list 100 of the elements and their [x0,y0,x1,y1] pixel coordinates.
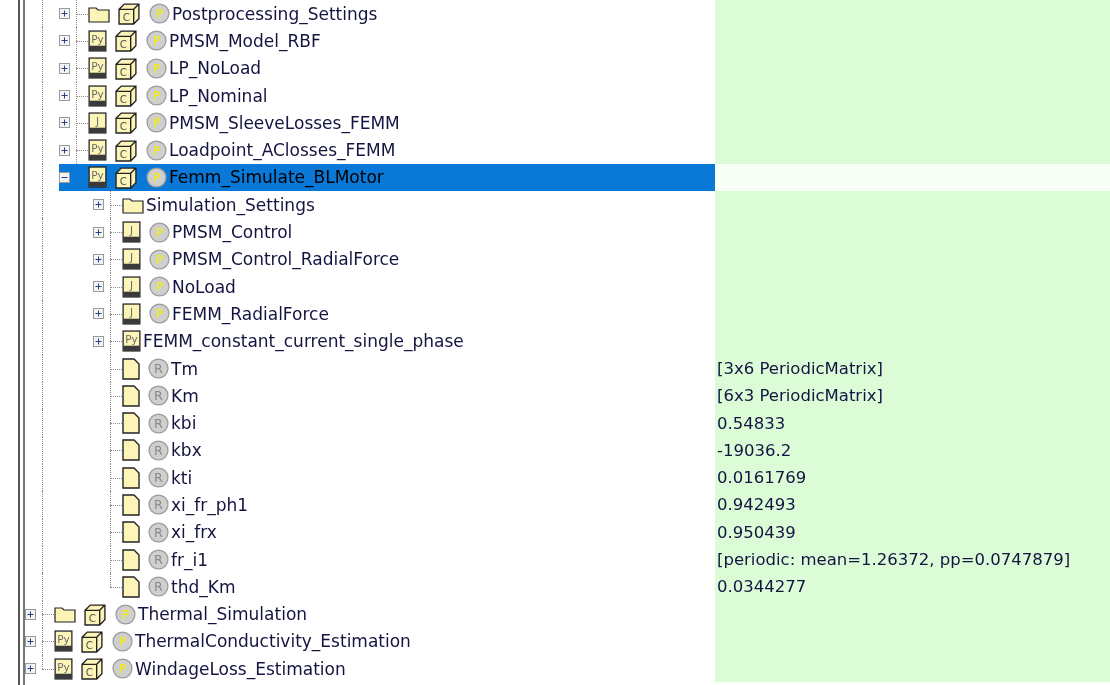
item-label: kti [171,467,193,488]
document-icon [122,548,140,571]
expand-icon[interactable] [25,608,36,620]
document-icon [122,384,140,407]
document-icon [122,412,140,435]
value-cell: 0.950439 [715,518,1110,546]
value-cell: -19036.2 [715,436,1110,465]
script-icon: Py [88,84,107,107]
value-cell: 0.0161769 [715,464,1110,492]
script-icon: Py [88,29,107,52]
script-icon: Py [88,166,107,189]
expand-icon[interactable] [59,62,70,74]
tree-item[interactable]: R xi_fr_ph1 [93,491,715,519]
item-label: Simulation_Settings [146,194,315,215]
badge-icon: R [148,358,169,379]
tree-item[interactable]: R kbi [93,409,715,437]
item-label: xi_frx [171,522,217,543]
script-icon: J [88,111,107,134]
item-label: PMSM_Model_RBF [169,30,321,51]
item-label: thd_Km [171,576,236,597]
item-label: PMSM_Control_RadialForce [172,249,400,270]
badge-icon: P [149,221,170,243]
expand-icon[interactable] [93,226,104,238]
tree-item[interactable]: Py C P ThermalConductivity_Estimation [25,627,715,656]
badge-icon: P [146,139,167,161]
tree-item[interactable]: J C P PMSM_SleeveLosses_FEMM [59,109,715,137]
tree-item[interactable]: Py FEMM_constant_current_single_phase [93,327,715,355]
badge-icon: P [146,30,167,52]
expand-icon[interactable] [59,144,70,156]
item-label: Tm [171,358,198,379]
tree-item[interactable]: R kti [93,464,715,492]
tree-item[interactable]: Simulation_Settings [93,191,715,219]
script-icon: J [122,248,141,271]
expand-icon[interactable] [59,8,70,20]
badge-icon: R [148,549,169,571]
badge-icon: P [149,248,170,270]
badge-icon: R [148,439,169,461]
badge-icon: P [146,85,167,107]
expand-icon[interactable] [59,90,70,102]
expand-icon[interactable] [93,335,104,347]
tree-item[interactable]: Py C P Femm_Simulate_BLMotor [59,163,715,192]
tree-item[interactable]: Py C P PMSM_Model_RBF [59,27,715,55]
item-label: Loadpoint_AClosses_FEMM [169,140,396,161]
script-icon: J [122,302,141,325]
tree-item[interactable]: R fr_i1 [93,545,715,574]
expand-icon[interactable] [25,663,36,675]
script-icon: Py [54,657,73,680]
script-icon: Py [54,630,73,653]
tree-item[interactable]: J P NoLoad [93,272,715,301]
value-cell: 0.54833 [715,409,1110,437]
tree-item[interactable]: R Tm [93,354,715,383]
item-label: fr_i1 [171,549,208,570]
collapse-icon[interactable] [59,171,70,183]
tree-item[interactable]: C P Thermal_Simulation [25,600,715,628]
expand-icon[interactable] [93,199,104,211]
document-icon [122,357,140,380]
value-cell: [6x3 PeriodicMatrix] [715,382,1110,410]
tree-item[interactable]: Py C P Loadpoint_AClosses_FEMM [59,136,715,164]
script-icon: J [122,275,141,298]
tree-item[interactable]: R Km [93,382,715,410]
badge-icon: P [149,276,170,298]
tree-item[interactable]: C P Postprocessing_Settings [59,0,715,28]
folder-icon [88,4,110,23]
expand-icon[interactable] [93,308,104,320]
document-icon [122,494,140,516]
badge-icon: P [146,166,167,188]
badge-icon: P [112,658,133,680]
item-label: ThermalConductivity_Estimation [135,631,411,652]
item-label: PMSM_Control [172,222,293,242]
value-cell: [periodic: mean=1.26372, pp=0.0747879] [715,545,1110,574]
expand-icon[interactable] [25,635,36,647]
badge-icon: R [148,412,169,434]
tree-item[interactable]: R xi_frx [93,518,715,546]
document-icon [122,439,140,462]
tree-item[interactable]: Py C P WindageLoss_Estimation [25,655,715,683]
item-label: FEMM_constant_current_single_phase [143,331,464,352]
tree-item[interactable]: J P PMSM_Control [93,218,715,246]
expand-icon[interactable] [93,253,104,265]
item-label: Femm_Simulate_BLMotor [169,167,384,188]
item-label: kbx [171,440,202,461]
script-icon: J [122,221,141,243]
badge-icon: P [112,630,133,652]
expand-icon[interactable] [93,281,104,293]
item-label: LP_NoLoad [169,58,262,79]
tree-item[interactable]: R thd_Km [93,573,715,601]
item-label: WindageLoss_Estimation [135,658,346,679]
tree-item[interactable]: J P PMSM_Control_RadialForce [93,245,715,273]
expand-icon[interactable] [59,117,70,129]
document-icon [122,466,140,489]
badge-icon: R [148,467,169,489]
tree-item[interactable]: Py C P LP_Nominal [59,81,715,110]
tree-item[interactable]: Py C P LP_NoLoad [59,54,715,82]
folder-icon [122,195,144,214]
tree-item[interactable]: R kbx [93,436,715,465]
item-label: Km [171,385,199,406]
item-label: kbi [171,413,197,434]
document-icon [122,521,140,544]
script-icon: Py [88,57,107,80]
expand-icon[interactable] [59,35,70,47]
tree-item[interactable]: J P FEMM_RadialForce [93,300,715,328]
